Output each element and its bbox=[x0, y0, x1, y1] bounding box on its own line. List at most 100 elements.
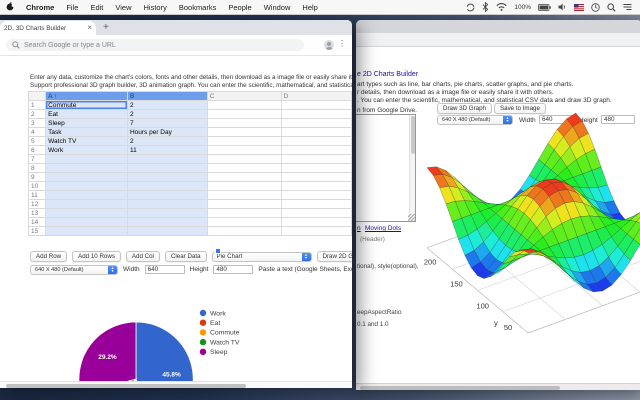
row-number[interactable]: 14 bbox=[29, 218, 46, 227]
cell-B15[interactable] bbox=[127, 227, 207, 236]
chart-type-select[interactable]: Pie Chart ▲▼ bbox=[212, 252, 312, 262]
back-window-hscrollbar[interactable] bbox=[356, 383, 640, 390]
row-number[interactable]: 5 bbox=[29, 137, 46, 146]
chrome-menu-icon[interactable]: ⋮ bbox=[338, 39, 346, 48]
cell-C14[interactable] bbox=[207, 218, 281, 227]
cell-C9[interactable] bbox=[207, 173, 281, 182]
cell-C6[interactable] bbox=[207, 146, 281, 155]
background-browser-window[interactable]: e 2D Charts Builder art types such as li… bbox=[356, 20, 640, 390]
height-input[interactable] bbox=[213, 265, 253, 274]
row-number[interactable]: 6 bbox=[29, 146, 46, 155]
size-select[interactable]: 640 X 480 (Default) ▲▼ bbox=[30, 265, 118, 275]
menu-bookmarks[interactable]: Bookmarks bbox=[173, 3, 223, 12]
row-number[interactable]: 2 bbox=[29, 110, 46, 119]
cell-D13[interactable] bbox=[281, 209, 351, 218]
cell-D5[interactable] bbox=[281, 137, 351, 146]
cell-B4[interactable]: Hours per Day bbox=[127, 128, 207, 137]
menu-edit[interactable]: Edit bbox=[84, 3, 109, 12]
cell-C12[interactable] bbox=[207, 200, 281, 209]
cell-A7[interactable] bbox=[46, 155, 128, 164]
cell-C4[interactable] bbox=[207, 128, 281, 137]
cell-C3[interactable] bbox=[207, 119, 281, 128]
cell-A12[interactable] bbox=[46, 200, 128, 209]
cell-D12[interactable] bbox=[281, 200, 351, 209]
col-header-B[interactable]: B bbox=[127, 92, 207, 101]
add-row-button[interactable]: Add Row bbox=[30, 251, 67, 262]
cell-D9[interactable] bbox=[281, 173, 351, 182]
moving-dots-link[interactable]: Moving Dots bbox=[365, 225, 401, 232]
clear-data-button[interactable]: Clear Data bbox=[165, 251, 207, 262]
cell-D1[interactable] bbox=[281, 101, 351, 110]
profile-avatar[interactable] bbox=[324, 40, 334, 50]
cell-A10[interactable] bbox=[46, 182, 128, 191]
bluetooth-icon[interactable] bbox=[482, 2, 489, 12]
cell-B8[interactable] bbox=[127, 164, 207, 173]
row-number[interactable]: 12 bbox=[29, 200, 46, 209]
new-tab-button[interactable]: + bbox=[103, 22, 109, 33]
cell-D15[interactable] bbox=[281, 227, 351, 236]
row-number[interactable]: 11 bbox=[29, 191, 46, 200]
cell-A8[interactable] bbox=[46, 164, 128, 173]
cell-D7[interactable] bbox=[281, 155, 351, 164]
cell-A6[interactable]: Work bbox=[46, 146, 128, 155]
cell-C11[interactable] bbox=[207, 191, 281, 200]
cell-C13[interactable] bbox=[207, 209, 281, 218]
cell-D8[interactable] bbox=[281, 164, 351, 173]
row-number[interactable]: 4 bbox=[29, 128, 46, 137]
cell-B12[interactable] bbox=[127, 200, 207, 209]
cell-B9[interactable] bbox=[127, 173, 207, 182]
cell-C1[interactable] bbox=[207, 101, 281, 110]
apple-menu-icon[interactable] bbox=[0, 2, 20, 13]
update-icon[interactable] bbox=[466, 3, 475, 12]
row-number[interactable]: 3 bbox=[29, 119, 46, 128]
menu-app-name[interactable]: Chrome bbox=[20, 3, 60, 12]
cell-C15[interactable] bbox=[207, 227, 281, 236]
cell-A3[interactable]: Sleep bbox=[46, 119, 128, 128]
selection-fill-handle[interactable] bbox=[215, 248, 221, 254]
cell-B3[interactable]: 7 bbox=[127, 119, 207, 128]
menu-people[interactable]: People bbox=[222, 3, 257, 12]
wifi-icon[interactable] bbox=[496, 3, 507, 11]
cell-B14[interactable] bbox=[127, 218, 207, 227]
cell-B11[interactable] bbox=[127, 191, 207, 200]
cell-A11[interactable] bbox=[46, 191, 128, 200]
row-number[interactable]: 10 bbox=[29, 182, 46, 191]
cell-B10[interactable] bbox=[127, 182, 207, 191]
add-col-button[interactable]: Add Col bbox=[126, 251, 160, 262]
input-language-flag-icon[interactable] bbox=[574, 4, 584, 11]
battery-icon[interactable] bbox=[538, 4, 551, 11]
row-number[interactable]: 13 bbox=[29, 209, 46, 218]
cell-C10[interactable] bbox=[207, 182, 281, 191]
cell-A1[interactable]: Commute bbox=[46, 101, 128, 110]
cell-A13[interactable] bbox=[46, 209, 128, 218]
cell-C2[interactable] bbox=[207, 110, 281, 119]
menu-window[interactable]: Window bbox=[258, 3, 297, 12]
col-header-D[interactable]: D bbox=[281, 92, 351, 101]
front-window-hscrollbar[interactable] bbox=[0, 381, 352, 388]
pie-slice-sleep[interactable] bbox=[79, 322, 136, 381]
resize-grip-icon[interactable] bbox=[408, 214, 415, 221]
cell-C5[interactable] bbox=[207, 137, 281, 146]
cell-B7[interactable] bbox=[127, 155, 207, 164]
col-header-A[interactable]: A ↑ bbox=[46, 92, 128, 101]
cell-A5[interactable]: Watch TV bbox=[46, 137, 128, 146]
menu-history[interactable]: History bbox=[138, 3, 173, 12]
row-number[interactable]: 7 bbox=[29, 155, 46, 164]
row-number[interactable]: 9 bbox=[29, 173, 46, 182]
front-browser-window[interactable]: 2D, 3D Charts Builder × + Search Google … bbox=[0, 20, 352, 388]
clock-icon[interactable] bbox=[591, 3, 600, 12]
cell-D3[interactable] bbox=[281, 119, 351, 128]
row-number[interactable]: 8 bbox=[29, 164, 46, 173]
width-input[interactable] bbox=[145, 265, 185, 274]
cell-C7[interactable] bbox=[207, 155, 281, 164]
cell-B13[interactable] bbox=[127, 209, 207, 218]
cell-D4[interactable] bbox=[281, 128, 351, 137]
col-header-C[interactable]: C bbox=[207, 92, 281, 101]
spotlight-search-icon[interactable] bbox=[607, 3, 616, 12]
link-fragment[interactable]: n bbox=[357, 225, 361, 232]
cell-A14[interactable] bbox=[46, 218, 128, 227]
cell-B2[interactable]: 2 bbox=[127, 110, 207, 119]
tab-close-icon[interactable]: × bbox=[84, 24, 92, 32]
volume-icon[interactable] bbox=[558, 3, 567, 11]
cell-A15[interactable] bbox=[46, 227, 128, 236]
